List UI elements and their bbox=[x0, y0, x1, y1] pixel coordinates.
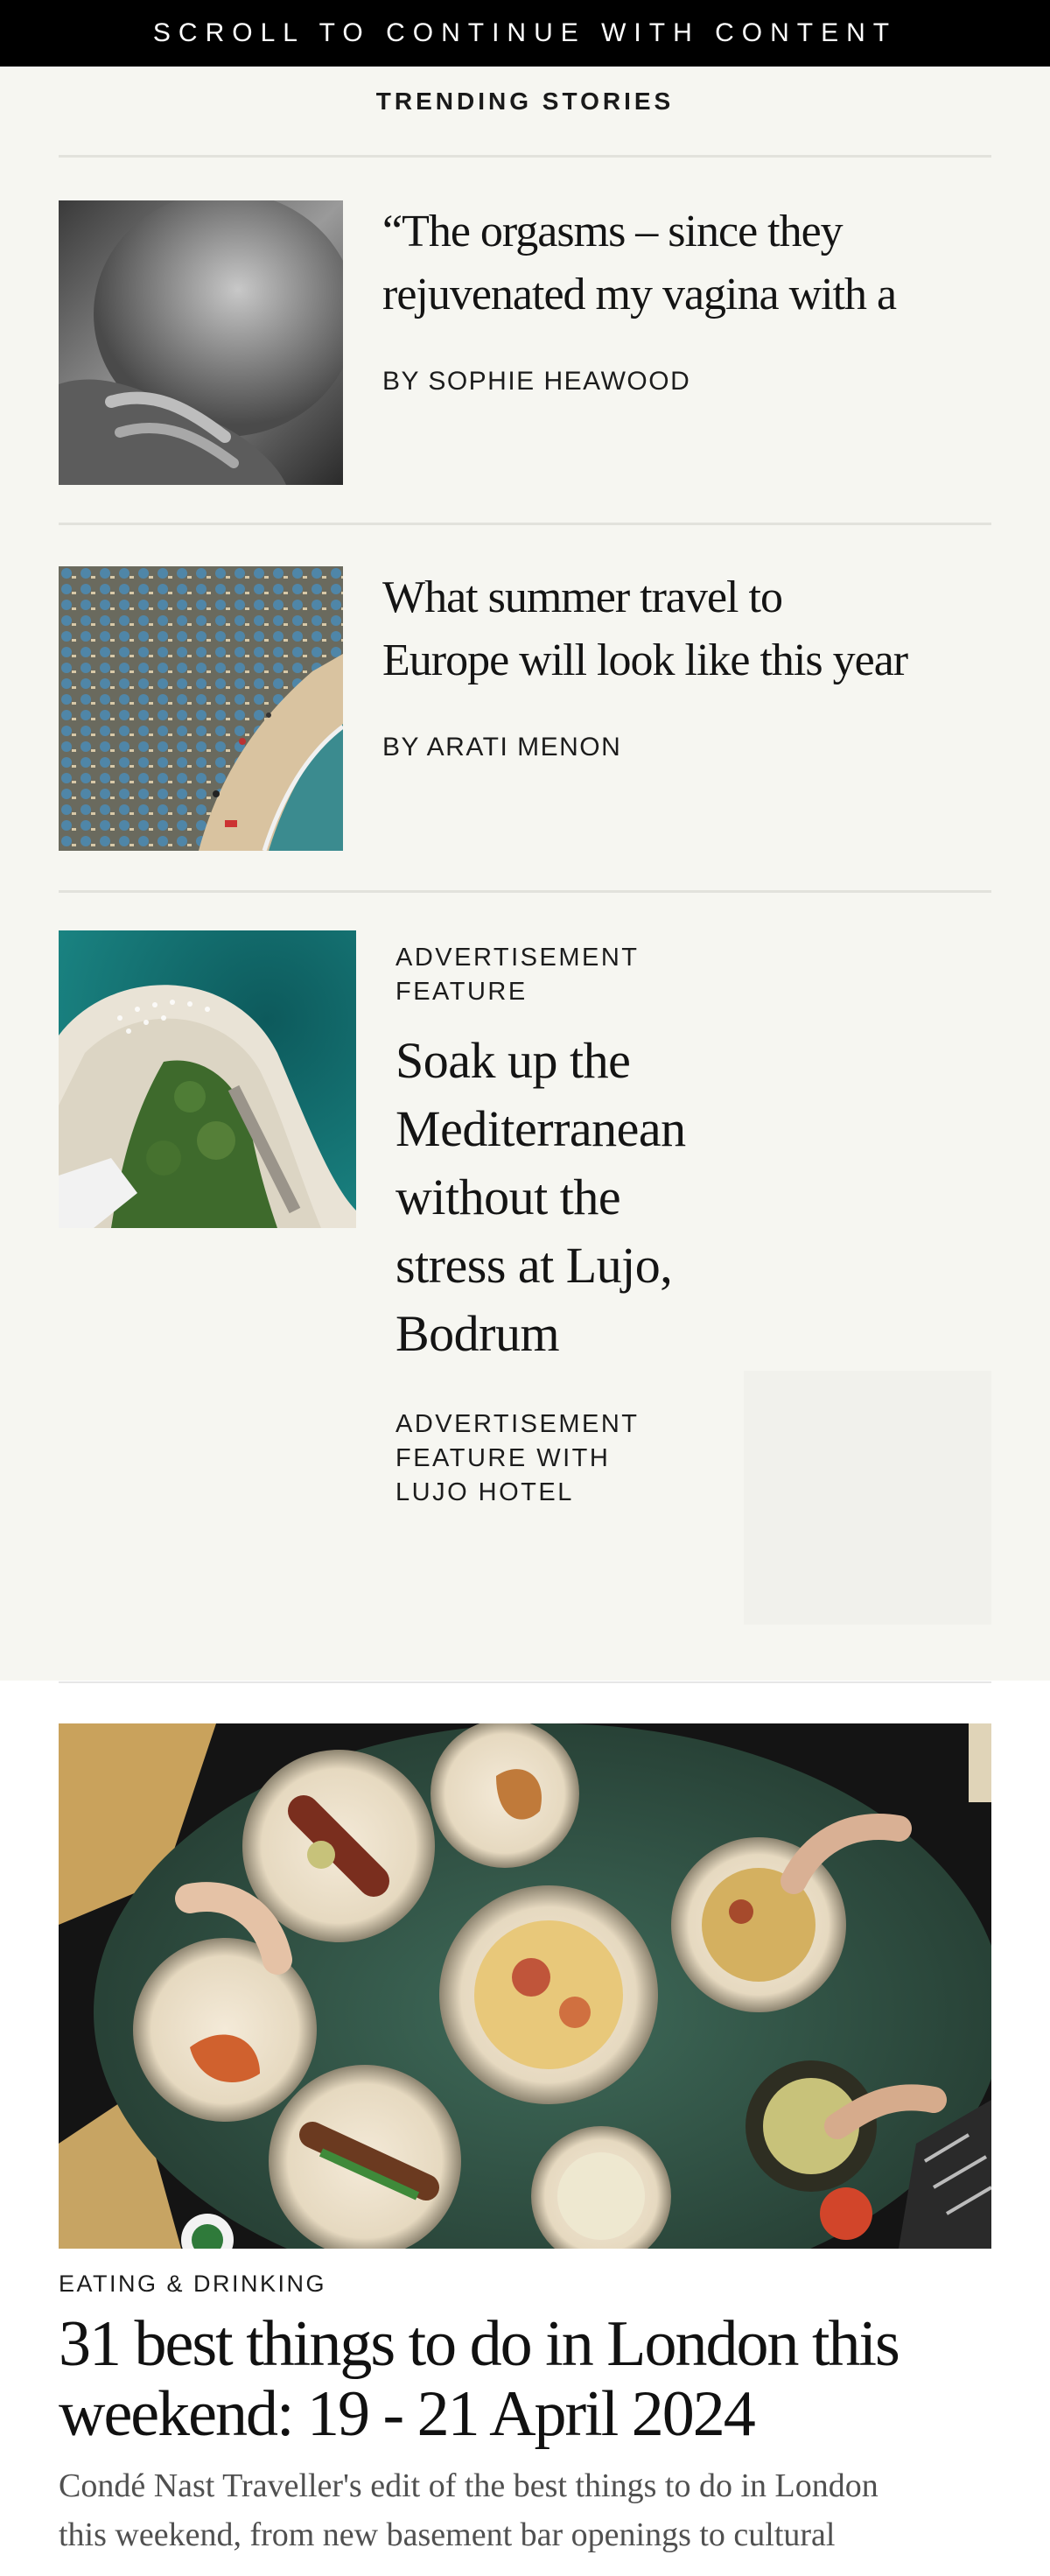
divider bbox=[59, 523, 991, 525]
ad-sponsor-label: ADVERTISEMENT FEATURE WITH LUJO HOTEL bbox=[396, 1410, 640, 1506]
ad-thumbnail[interactable] bbox=[59, 930, 356, 1228]
banner-text: SCROLL TO CONTINUE WITH CONTENT bbox=[152, 18, 898, 47]
ad-label: ADVERTISEMENT FEATURE bbox=[396, 944, 640, 1006]
story-2-headline[interactable]: What summer travel to Europe will look l… bbox=[382, 566, 908, 692]
trending-stories-section: TRENDING STORIES “The orgasms – since th… bbox=[0, 67, 1050, 1681]
divider bbox=[59, 155, 991, 158]
trending-stories-title: TRENDING STORIES bbox=[375, 88, 675, 115]
ad-placeholder bbox=[744, 1371, 991, 1625]
story-1-byline: BY SOPHIE HEAWOOD bbox=[382, 367, 691, 396]
scroll-to-continue-banner[interactable]: SCROLL TO CONTINUE WITH CONTENT bbox=[0, 0, 1050, 67]
ad-headline[interactable]: Soak up the Mediterranean without the st… bbox=[396, 1027, 686, 1368]
feature-dek: Condé Nast Traveller's edit of the best … bbox=[59, 2467, 878, 2553]
divider bbox=[59, 1681, 991, 1683]
story-1-headline[interactable]: “The orgasms – since they rejuvenated my… bbox=[382, 200, 897, 326]
divider bbox=[59, 890, 991, 893]
trending-story-1[interactable]: “The orgasms – since they rejuvenated my… bbox=[59, 200, 991, 485]
story-1-thumbnail[interactable] bbox=[59, 200, 343, 485]
feature-headline[interactable]: 31 best things to do in London this week… bbox=[59, 2309, 1004, 2449]
feature-category[interactable]: EATING & DRINKING bbox=[59, 2271, 326, 2298]
story-2-thumbnail[interactable] bbox=[59, 566, 343, 851]
story-2-byline: BY ARATI MENON bbox=[382, 733, 622, 762]
trending-story-2[interactable]: What summer travel to Europe will look l… bbox=[59, 566, 991, 851]
feature-hero-image[interactable] bbox=[59, 1723, 991, 2249]
